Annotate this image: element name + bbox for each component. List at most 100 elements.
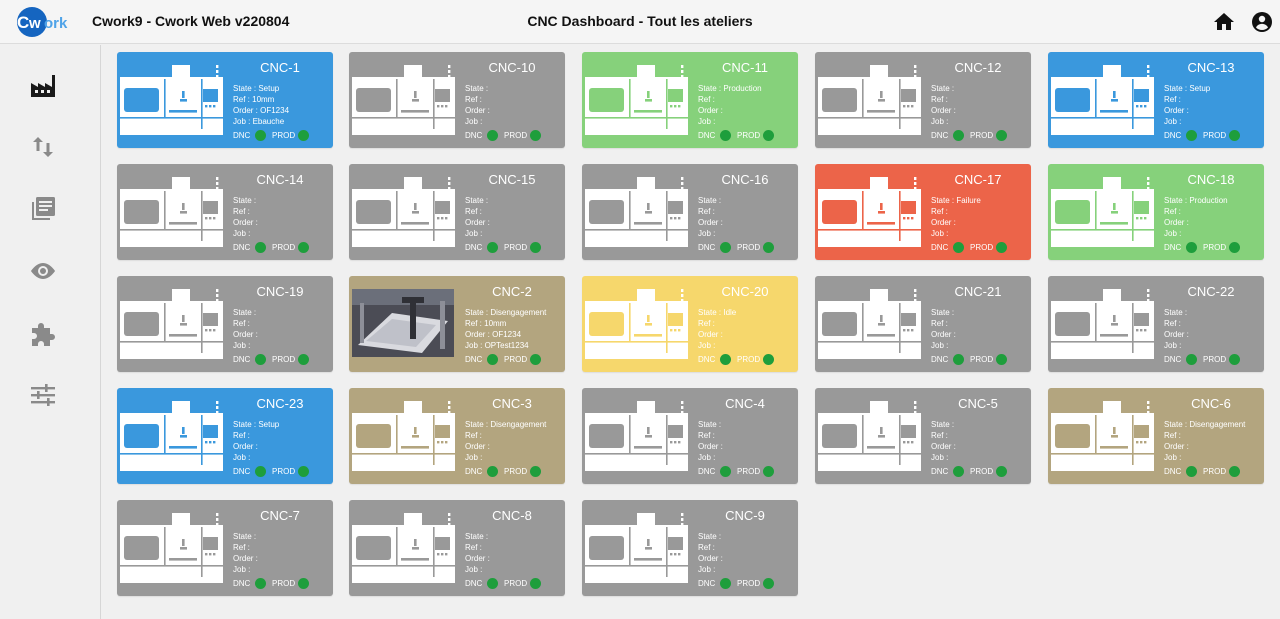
cnc-card[interactable]: CNC-10 State : Ref : Order : Job : DNC PROD [349, 52, 565, 148]
sidebar-item-settings[interactable] [27, 379, 59, 411]
sidebar-item-library[interactable] [27, 193, 59, 225]
cnc-card[interactable]: CNC-7 State : Ref : Order : Job : DNC PROD [117, 500, 333, 596]
cnc-machine-icon [1051, 65, 1154, 135]
home-icon[interactable] [1212, 10, 1236, 34]
dnc-label: DNC [465, 355, 483, 364]
cnc-card-info: State : Disengagement Ref : Order : Job : [465, 419, 546, 463]
cnc-order: Order : [698, 442, 723, 451]
cnc-machine-icon [818, 65, 921, 135]
cnc-machine-icon [585, 401, 688, 471]
cnc-card[interactable]: CNC-12 State : Ref : Order : Job : DNC PROD [815, 52, 1031, 148]
cwork-logo[interactable]: C w ork [16, 6, 78, 38]
cnc-card-info: State : Ref : Order : Job : [698, 195, 723, 239]
dnc-status-dot [720, 242, 731, 253]
cnc-card-info: State : Setup Ref : 10mm Order : OF1234 Job… [233, 83, 289, 127]
cnc-machine-icon [120, 401, 223, 471]
cnc-job: Job : [233, 453, 251, 462]
cnc-card-title: CNC-23 [256, 396, 304, 411]
prod-label: PROD [737, 131, 761, 140]
account-circle-icon[interactable] [1250, 10, 1274, 34]
sidebar-item-transfer[interactable] [27, 131, 59, 163]
cnc-card-info: State : Ref : Order : Job : [233, 531, 258, 575]
puzzle-icon [32, 323, 55, 346]
cnc-card-title: CNC-2 [492, 284, 532, 299]
cnc-ref: Ref : [465, 95, 482, 104]
cnc-state: State : [931, 84, 955, 93]
cnc-ref: Ref : [698, 319, 715, 328]
prod-label: PROD [272, 579, 296, 588]
cnc-card[interactable]: CNC-11 State : Production Ref : Order : Job … [582, 52, 798, 148]
cnc-card[interactable]: CNC-2 State : Disengagement Ref : 10mm Orde… [349, 276, 565, 372]
cnc-state: State : [698, 532, 722, 541]
cnc-ref: Ref : [1164, 207, 1181, 216]
cnc-card[interactable]: CNC-16 State : Ref : Order : Job : DNC PROD [582, 164, 798, 260]
prod-status-dot [763, 578, 774, 589]
cnc-machine-icon [120, 177, 223, 247]
cnc-card[interactable]: CNC-21 State : Ref : Order : Job : DNC PROD [815, 276, 1031, 372]
cnc-job: Job : [233, 229, 251, 238]
cnc-state: State : Production [698, 84, 762, 93]
sidebar-item-factory[interactable] [27, 69, 59, 101]
cnc-card[interactable]: CNC-17 State : Failure Ref : Order : Job : DN… [815, 164, 1031, 260]
prod-status-dot [996, 466, 1007, 477]
cnc-job: Job : [465, 453, 483, 462]
prod-label: PROD [1203, 131, 1227, 140]
cnc-card[interactable]: CNC-13 State : Setup Ref : Order : Job : DNC P… [1048, 52, 1264, 148]
cnc-state: State : Failure [931, 196, 981, 205]
cnc-card[interactable]: CNC-4 State : Ref : Order : Job : DNC PROD [582, 388, 798, 484]
cnc-card-title: CNC-7 [260, 508, 300, 523]
sidebar-item-extensions[interactable] [27, 317, 59, 349]
cnc-ref: Ref : [1164, 319, 1181, 328]
cnc-ref: Ref : [698, 95, 715, 104]
sidebar-item-view[interactable] [27, 255, 59, 287]
prod-label: PROD [272, 467, 296, 476]
cnc-card[interactable]: CNC-23 State : Setup Ref : Order : Job : DNC P… [117, 388, 333, 484]
dnc-status-dot [255, 578, 266, 589]
cnc-machine-icon [585, 513, 688, 583]
cnc-card[interactable]: CNC-20 State : Idle Ref : Order : Job : DNC PR… [582, 276, 798, 372]
dnc-label: DNC [698, 243, 716, 252]
cnc-card-title: CNC-22 [1187, 284, 1235, 299]
cnc-order: Order : [1164, 106, 1189, 115]
cnc-card[interactable]: CNC-19 State : Ref : Order : Job : DNC PROD [117, 276, 333, 372]
cnc-order: Order : [233, 554, 258, 563]
cnc-card[interactable]: CNC-5 State : Ref : Order : Job : DNC PROD [815, 388, 1031, 484]
cnc-machine-icon [585, 513, 688, 583]
cnc-machine-icon [120, 289, 223, 359]
cnc-card[interactable]: CNC-1 State : Setup Ref : 10mm Order : OF12… [117, 52, 333, 148]
cnc-machine-icon [1051, 65, 1154, 135]
cnc-state: State : [233, 196, 257, 205]
cnc-card[interactable]: CNC-8 State : Ref : Order : Job : DNC PROD [349, 500, 565, 596]
cnc-card-info: State : Ref : Order : Job : [931, 307, 956, 351]
cnc-state: State : [931, 420, 955, 429]
cnc-order: Order : [698, 218, 723, 227]
cnc-card[interactable]: CNC-9 State : Ref : Order : Job : DNC PROD [582, 500, 798, 596]
cnc-job: Job : [698, 341, 716, 350]
cnc-card-title: CNC-5 [958, 396, 998, 411]
cnc-card[interactable]: CNC-15 State : Ref : Order : Job : DNC PROD [349, 164, 565, 260]
cnc-state: State : Setup [1164, 84, 1211, 93]
cnc-ref: Ref : [931, 207, 948, 216]
cnc-machine-icon [352, 177, 455, 247]
cnc-card[interactable]: CNC-14 State : Ref : Order : Job : DNC PROD [117, 164, 333, 260]
cnc-card-info: State : Production Ref : Order : Job : [698, 83, 762, 127]
dnc-label: DNC [233, 467, 251, 476]
cnc-job: Job : [1164, 229, 1182, 238]
cnc-state: State : [698, 196, 722, 205]
cnc-card[interactable]: CNC-22 State : Ref : Order : Job : DNC PROD [1048, 276, 1264, 372]
prod-status-dot [996, 242, 1007, 253]
dnc-label: DNC [931, 355, 949, 364]
cnc-card-title: CNC-6 [1191, 396, 1231, 411]
cnc-card[interactable]: CNC-3 State : Disengagement Ref : Order : Jo… [349, 388, 565, 484]
cnc-ref: Ref : [1164, 95, 1181, 104]
cnc-state: State : [465, 196, 489, 205]
cnc-ref: Ref : 10mm [233, 95, 275, 104]
cnc-machine-icon [352, 177, 455, 247]
cnc-card[interactable]: CNC-6 State : Disengagement Ref : Order : Jo… [1048, 388, 1264, 484]
cnc-state: State : Disengagement [1164, 420, 1246, 429]
prod-status-dot [763, 130, 774, 141]
cnc-card[interactable]: CNC-18 State : Production Ref : Order : Job … [1048, 164, 1264, 260]
cnc-job: Job : [698, 229, 716, 238]
cnc-machine-icon [120, 65, 223, 135]
cnc-job: Job : OPTest1234 [465, 341, 529, 350]
